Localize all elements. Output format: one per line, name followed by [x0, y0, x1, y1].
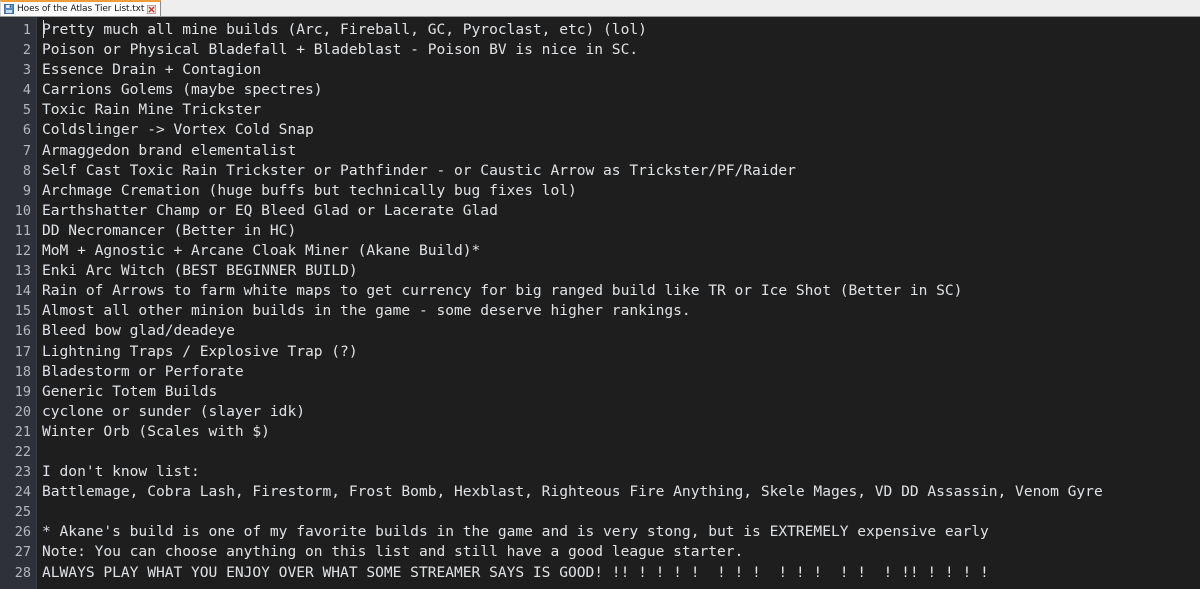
- code-line[interactable]: Generic Totem Builds: [42, 382, 1200, 402]
- line-number: 7: [22, 142, 31, 159]
- code-line[interactable]: Enki Arc Witch (BEST BEGINNER BUILD): [42, 261, 1200, 281]
- line-number: 3: [22, 62, 31, 79]
- code-line[interactable]: [42, 442, 1200, 462]
- code-line[interactable]: ALWAYS PLAY WHAT YOU ENJOY OVER WHAT SOM…: [42, 563, 1200, 583]
- code-line[interactable]: Battlemage, Cobra Lash, Firestorm, Frost…: [42, 482, 1200, 502]
- code-line[interactable]: Carrions Golems (maybe spectres): [42, 80, 1200, 100]
- line-number: 10: [14, 202, 31, 219]
- line-number: 16: [14, 323, 31, 340]
- code-line[interactable]: I don't know list:: [42, 462, 1200, 482]
- code-line[interactable]: Armaggedon brand elementalist: [42, 141, 1200, 161]
- code-line[interactable]: Pretty much all mine builds (Arc, Fireba…: [42, 20, 1200, 40]
- line-number: 27: [14, 544, 31, 561]
- tab-bar: Hoes of the Atlas Tier List.txt: [0, 0, 1200, 17]
- code-line[interactable]: Earthshatter Champ or EQ Bleed Glad or L…: [42, 201, 1200, 221]
- code-line[interactable]: Poison or Physical Bladefall + Bladeblas…: [42, 40, 1200, 60]
- code-line[interactable]: Winter Orb (Scales with $): [42, 422, 1200, 442]
- document-tab[interactable]: Hoes of the Atlas Tier List.txt: [0, 0, 162, 16]
- code-line[interactable]: Toxic Rain Mine Trickster: [42, 100, 1200, 120]
- line-number: 12: [14, 243, 31, 260]
- code-line[interactable]: Lightning Traps / Explosive Trap (?): [42, 342, 1200, 362]
- save-icon: [4, 4, 14, 14]
- code-line[interactable]: Almost all other minion builds in the ga…: [42, 301, 1200, 321]
- line-number: 11: [14, 222, 31, 239]
- code-line[interactable]: Self Cast Toxic Rain Trickster or Pathfi…: [42, 161, 1200, 181]
- code-line[interactable]: Rain of Arrows to farm white maps to get…: [42, 281, 1200, 301]
- line-number: 6: [22, 122, 31, 139]
- line-number: 21: [14, 423, 31, 440]
- line-number: 5: [22, 102, 31, 119]
- line-number: 25: [14, 504, 31, 521]
- code-line[interactable]: [42, 502, 1200, 522]
- line-number: 4: [22, 82, 31, 99]
- code-line[interactable]: Bladestorm or Perforate: [42, 362, 1200, 382]
- line-number: 23: [14, 464, 31, 481]
- line-number: 8: [22, 162, 31, 179]
- code-line[interactable]: MoM + Agnostic + Arcane Cloak Miner (Aka…: [42, 241, 1200, 261]
- line-number: 15: [14, 303, 31, 320]
- code-line[interactable]: Bleed bow glad/deadeye: [42, 321, 1200, 341]
- line-number: 14: [14, 283, 31, 300]
- line-number: 2: [22, 42, 31, 59]
- line-number: 17: [14, 343, 31, 360]
- code-line[interactable]: DD Necromancer (Better in HC): [42, 221, 1200, 241]
- text-caret: [43, 20, 44, 38]
- line-number: 26: [14, 524, 31, 541]
- line-number: 20: [14, 403, 31, 420]
- line-number: 28: [14, 564, 31, 581]
- line-number: 13: [14, 263, 31, 280]
- close-icon[interactable]: [147, 4, 157, 14]
- line-number: 19: [14, 383, 31, 400]
- line-number: 24: [14, 484, 31, 501]
- tab-title: Hoes of the Atlas Tier List.txt: [17, 3, 145, 14]
- code-line[interactable]: Coldslinger -> Vortex Cold Snap: [42, 120, 1200, 140]
- line-number-gutter: 1 2 3 4 5 6 7 8 9 10 11 12 13 14 15 16 17 18 19 20 21 22 23 24 2…: [0, 17, 37, 589]
- code-line[interactable]: Archmage Cremation (huge buffs but techn…: [42, 181, 1200, 201]
- code-line[interactable]: Essence Drain + Contagion: [42, 60, 1200, 80]
- text-editor[interactable]: 1 2 3 4 5 6 7 8 9 10 11 12 13 14 15 16 17 18 19 20 21 22 23 24 2…: [0, 17, 1200, 589]
- line-number: 22: [14, 443, 31, 460]
- line-number: 18: [14, 363, 31, 380]
- code-text-area[interactable]: Pretty much all mine builds (Arc, Fireba…: [37, 17, 1200, 589]
- code-line[interactable]: cyclone or sunder (slayer idk): [42, 402, 1200, 422]
- code-line[interactable]: Note: You can choose anything on this li…: [42, 542, 1200, 562]
- line-number: 9: [22, 182, 31, 199]
- line-number: 1: [22, 22, 31, 38]
- code-line[interactable]: * Akane's build is one of my favorite bu…: [42, 522, 1200, 542]
